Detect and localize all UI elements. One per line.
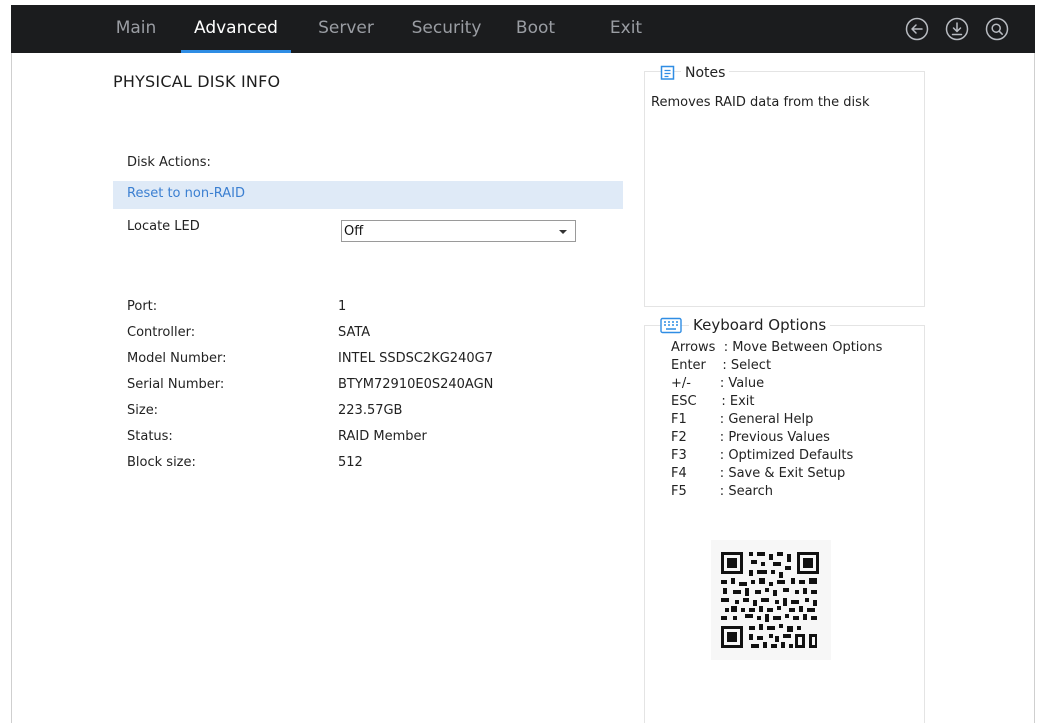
tab-security[interactable]: Security xyxy=(404,5,489,53)
kb-line-f2: F2 : Previous Values xyxy=(671,430,830,445)
port-value: 1 xyxy=(338,299,347,314)
size-value: 223.57GB xyxy=(338,403,403,418)
serial-number-label: Serial Number: xyxy=(127,377,225,392)
qr-code-icon xyxy=(711,540,831,660)
top-navigation-bar: Main Advanced Server Security Boot Exit xyxy=(11,5,1035,53)
status-label: Status: xyxy=(127,429,173,444)
qr-code xyxy=(711,540,831,660)
chevron-down-icon xyxy=(559,230,567,234)
model-number-label: Model Number: xyxy=(127,351,227,366)
reset-to-non-raid-link[interactable]: Reset to non-RAID xyxy=(127,186,245,201)
kb-line-arrows: Arrows : Move Between Options xyxy=(671,340,883,355)
notes-text: Removes RAID data from the disk xyxy=(651,95,870,110)
port-label: Port: xyxy=(127,299,158,314)
kb-line-f1: F1 : General Help xyxy=(671,412,814,427)
disk-actions-label: Disk Actions: xyxy=(127,155,211,170)
kb-line-esc: ESC : Exit xyxy=(671,394,755,409)
controller-label: Controller: xyxy=(127,325,196,340)
download-icon[interactable] xyxy=(945,17,969,41)
serial-number-value: BTYM72910E0S240AGN xyxy=(338,377,494,392)
tab-boot[interactable]: Boot xyxy=(508,5,563,53)
tab-server[interactable]: Server xyxy=(311,5,381,53)
tab-main[interactable]: Main xyxy=(106,5,166,53)
keyboard-icon xyxy=(660,317,682,334)
keyboard-options-title: Keyboard Options xyxy=(689,316,831,334)
locate-led-value: Off xyxy=(344,224,364,239)
locate-led-select[interactable]: Off xyxy=(341,220,576,242)
size-label: Size: xyxy=(127,403,159,418)
tab-exit[interactable]: Exit xyxy=(601,5,651,53)
kb-line-value: +/- : Value xyxy=(671,376,765,391)
model-number-value: INTEL SSDSC2KG240G7 xyxy=(338,351,493,366)
locate-led-label: Locate LED xyxy=(127,219,200,234)
search-icon[interactable] xyxy=(985,17,1009,41)
kb-line-f3: F3 : Optimized Defaults xyxy=(671,448,854,463)
page-title: PHYSICAL DISK INFO xyxy=(113,72,281,91)
kb-line-enter: Enter : Select xyxy=(671,358,772,373)
notes-icon xyxy=(660,65,675,80)
controller-value: SATA xyxy=(338,325,371,340)
kb-line-f4: F4 : Save & Exit Setup xyxy=(671,466,846,481)
block-size-value: 512 xyxy=(338,455,363,470)
kb-line-f5: F5 : Search xyxy=(671,484,773,499)
status-value: RAID Member xyxy=(338,429,427,444)
tab-advanced[interactable]: Advanced xyxy=(181,5,291,53)
back-arrow-icon[interactable] xyxy=(905,17,929,41)
block-size-label: Block size: xyxy=(127,455,196,470)
notes-title: Notes xyxy=(681,65,730,81)
